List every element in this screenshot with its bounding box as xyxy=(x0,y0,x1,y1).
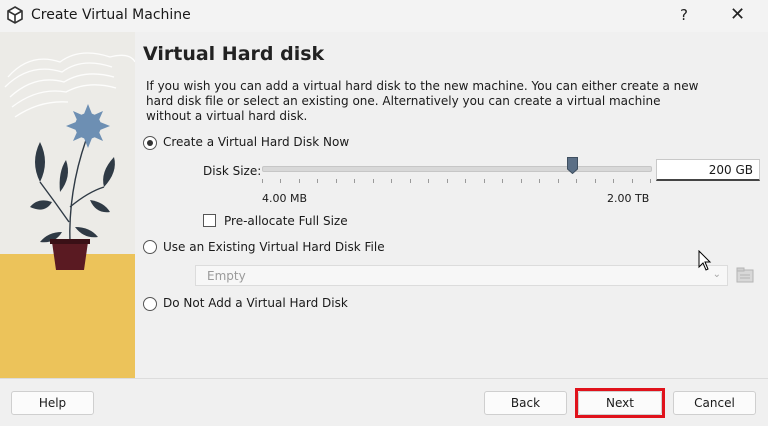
help-button[interactable]: Help xyxy=(11,391,94,415)
slider-tick xyxy=(632,179,633,183)
disk-size-input[interactable]: 200 GB xyxy=(656,159,760,181)
slider-min-label: 4.00 MB xyxy=(262,192,308,205)
preallocate-checkbox[interactable] xyxy=(203,214,216,227)
create-now-label[interactable]: Create a Virtual Hard Disk Now xyxy=(163,135,349,149)
page-heading: Virtual Hard disk xyxy=(143,43,325,65)
window-title: Create Virtual Machine xyxy=(31,7,191,23)
slider-tick xyxy=(336,179,337,183)
cancel-button[interactable]: Cancel xyxy=(673,391,756,415)
slider-thumb[interactable] xyxy=(567,157,579,174)
slider-tick xyxy=(447,179,448,183)
slider-tick xyxy=(539,179,540,183)
slider-tick xyxy=(650,179,651,183)
footer-divider xyxy=(0,378,768,379)
slider-tick xyxy=(521,179,522,183)
slider-tick xyxy=(502,179,503,183)
no-disk-label[interactable]: Do Not Add a Virtual Hard Disk xyxy=(163,296,348,310)
slider-tick xyxy=(410,179,411,183)
disk-size-slider[interactable] xyxy=(262,166,652,172)
slider-tick xyxy=(317,179,318,183)
use-existing-radio[interactable] xyxy=(143,240,157,254)
slider-tick xyxy=(280,179,281,183)
back-button[interactable]: Back xyxy=(484,391,567,415)
virtualbox-cube-icon xyxy=(7,6,23,24)
existing-disk-combo[interactable]: Empty ⌄ xyxy=(195,265,728,286)
create-now-radio[interactable] xyxy=(143,136,157,150)
chevron-down-icon: ⌄ xyxy=(712,269,721,280)
help-icon[interactable]: ? xyxy=(680,6,688,24)
slider-tick xyxy=(428,179,429,183)
slider-tick xyxy=(465,179,466,183)
page-description: If you wish you can add a virtual hard d… xyxy=(146,79,699,123)
next-button-highlight xyxy=(575,388,665,418)
slider-tick xyxy=(558,179,559,183)
no-disk-radio[interactable] xyxy=(143,297,157,311)
slider-tick xyxy=(373,179,374,183)
existing-disk-value: Empty xyxy=(207,269,246,283)
slider-tick xyxy=(613,179,614,183)
preallocate-label[interactable]: Pre-allocate Full Size xyxy=(224,214,348,228)
mouse-pointer-icon xyxy=(698,250,712,271)
close-icon[interactable]: ✕ xyxy=(730,4,745,25)
slider-tick xyxy=(299,179,300,183)
slider-tick xyxy=(484,179,485,183)
slider-tick xyxy=(595,179,596,183)
slider-tick xyxy=(354,179,355,183)
slider-tick xyxy=(576,179,577,183)
use-existing-label[interactable]: Use an Existing Virtual Hard Disk File xyxy=(163,240,385,254)
folder-open-icon[interactable] xyxy=(735,265,755,285)
slider-tick xyxy=(262,179,263,183)
disk-size-label: Disk Size: xyxy=(203,164,262,178)
title-bar: Create Virtual Machine ? ✕ xyxy=(0,0,768,32)
wizard-illustration xyxy=(0,32,135,378)
slider-max-label: 2.00 TB xyxy=(607,192,650,205)
slider-tick xyxy=(391,179,392,183)
